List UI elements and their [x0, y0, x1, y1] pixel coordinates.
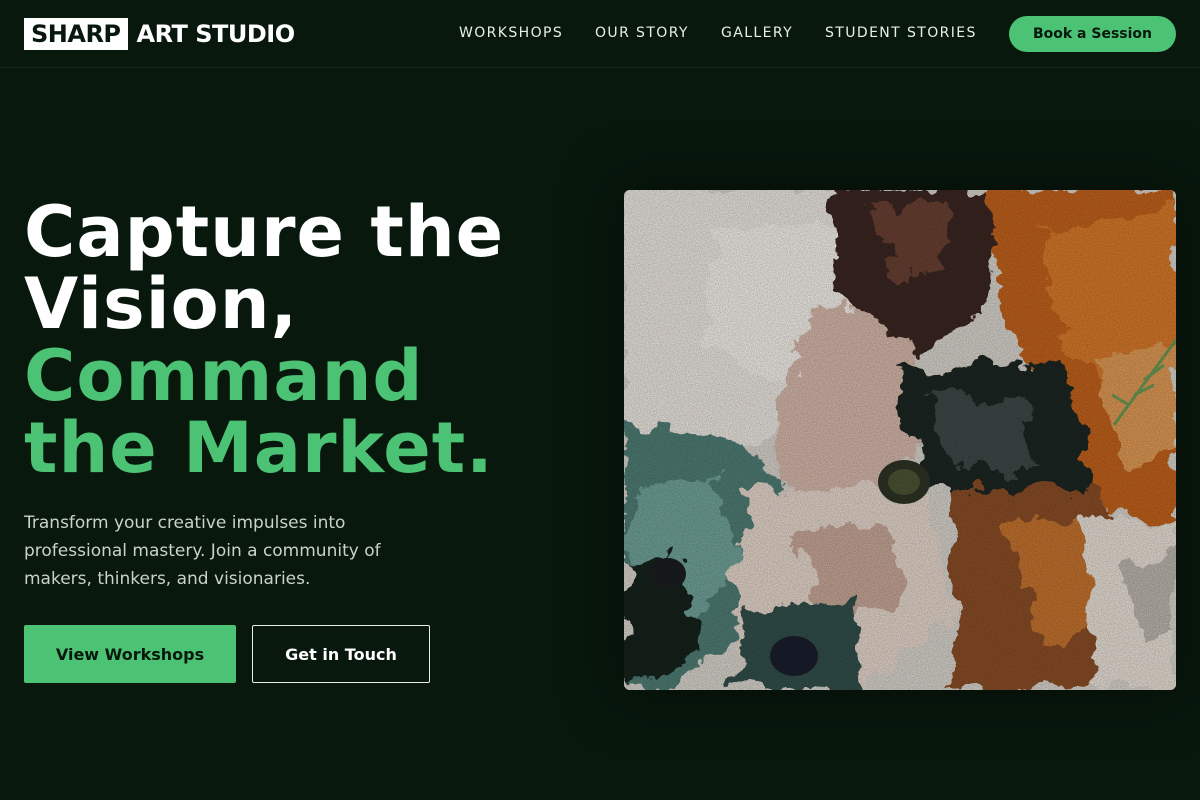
- logo-box-text: SHARP: [24, 18, 128, 50]
- logo-rest-text: ART STUDIO: [136, 20, 296, 48]
- painting-texture: [624, 190, 1176, 690]
- headline-line-1: Capture the: [24, 191, 505, 273]
- nav-link-workshops[interactable]: WORKSHOPS: [459, 24, 563, 42]
- top-navigation: SHARP ART STUDIO WORKSHOPS OUR STORY GAL…: [0, 0, 1200, 68]
- landing-page: SHARP ART STUDIO WORKSHOPS OUR STORY GAL…: [0, 0, 1200, 800]
- nav-link-gallery[interactable]: GALLERY: [721, 24, 793, 42]
- headline-line-2: Vision,: [24, 263, 299, 345]
- get-in-touch-button[interactable]: Get in Touch: [252, 625, 430, 683]
- hero-painting-image: [624, 190, 1176, 690]
- hero-headline: Capture the Vision, Command the Market.: [24, 196, 584, 484]
- headline-accent-line-2: the Market.: [24, 407, 494, 489]
- logo[interactable]: SHARP ART STUDIO: [24, 18, 295, 50]
- book-session-button[interactable]: Book a Session: [1009, 16, 1176, 52]
- nav-link-student-stories[interactable]: STUDENT STORIES: [825, 24, 977, 42]
- view-workshops-button[interactable]: View Workshops: [24, 625, 236, 683]
- hero-subtext: Transform your creative impulses into pr…: [24, 513, 381, 589]
- headline-accent-line-1: Command: [24, 335, 424, 417]
- nav-link-our-story[interactable]: OUR STORY: [595, 24, 689, 42]
